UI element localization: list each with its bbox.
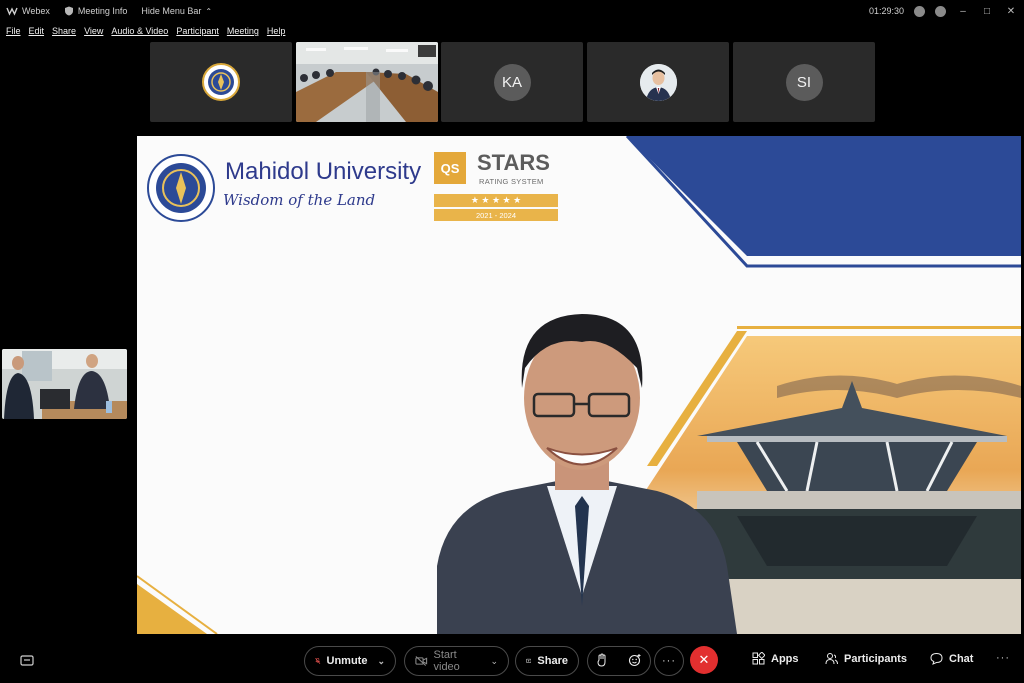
chevron-down-icon[interactable]: ⌄ — [490, 656, 498, 667]
self-view-feed — [2, 349, 127, 419]
start-video-button[interactable]: Start video ⌄ — [404, 646, 509, 676]
menu-file[interactable]: File — [6, 26, 21, 36]
rating-years: 2021 - 2024 — [434, 209, 558, 221]
start-video-label: Start video — [433, 649, 460, 673]
menu-help[interactable]: Help — [267, 26, 286, 36]
reactions-icon[interactable] — [628, 653, 642, 670]
share-button[interactable]: Share — [515, 646, 579, 676]
stars-title: STARS — [477, 150, 550, 175]
self-view-video[interactable] — [2, 349, 127, 419]
hide-menu-bar-button[interactable]: Hide Menu Bar ⌃ — [141, 6, 212, 16]
menu-meeting[interactable]: Meeting — [227, 26, 259, 36]
more-icon: ··· — [662, 655, 676, 667]
menu-participant[interactable]: Participant — [176, 26, 219, 36]
hide-menu-bar-label: Hide Menu Bar — [141, 6, 202, 16]
chevron-up-icon: ⌃ — [205, 6, 213, 16]
gesture-reaction-group — [587, 646, 651, 676]
participant-tile-ka[interactable]: KA — [441, 42, 583, 122]
participants-button[interactable]: Participants — [825, 652, 907, 665]
rating-system-label: RATING SYSTEM — [479, 177, 544, 186]
mic-muted-icon — [315, 657, 321, 664]
participant-initials: SI — [785, 63, 823, 101]
participant-tile-room-video[interactable] — [296, 42, 438, 122]
chat-icon — [930, 652, 943, 665]
share-label: Share — [537, 655, 568, 667]
participants-label: Participants — [844, 652, 907, 665]
qs-badge: QS — [434, 152, 466, 184]
menu-view[interactable]: View — [84, 26, 103, 36]
raise-hand-icon[interactable] — [596, 652, 608, 670]
captions-icon[interactable] — [20, 654, 34, 672]
meeting-timer: 01:29:30 — [868, 6, 904, 16]
meeting-control-bar: Unmute ⌄ Start video ⌄ Share ··· ✕ Apps … — [0, 640, 1024, 683]
network-icon[interactable] — [935, 5, 946, 17]
participants-icon — [825, 653, 838, 665]
university-name: Mahidol University — [225, 158, 422, 185]
shared-video-stage: Mahidol University Wisdom of the Land QS… — [137, 136, 1021, 634]
minimize-icon[interactable]: – — [956, 4, 970, 18]
menu-bar: File Edit Share View Audio & Video Parti… — [0, 23, 287, 39]
webex-logo-icon — [6, 7, 18, 16]
participant-initials: KA — [493, 63, 531, 101]
unmute-label: Unmute — [326, 655, 368, 667]
chevron-down-icon[interactable]: ⌄ — [377, 656, 385, 667]
university-seal-icon — [202, 63, 240, 101]
avatar — [639, 63, 677, 101]
leave-meeting-button[interactable]: ✕ — [690, 646, 718, 674]
menu-edit[interactable]: Edit — [29, 26, 45, 36]
more-panels-icon[interactable]: ··· — [996, 652, 1010, 664]
app-title: Webex — [6, 6, 50, 16]
apps-button[interactable]: Apps — [752, 652, 799, 665]
menu-audio-video[interactable]: Audio & Video — [111, 26, 168, 36]
video-off-icon — [415, 656, 428, 666]
chat-button[interactable]: Chat — [930, 652, 973, 665]
room-video-feed — [296, 42, 438, 122]
shield-icon — [64, 6, 73, 16]
participant-tile-photo[interactable] — [587, 42, 729, 122]
unmute-button[interactable]: Unmute ⌄ — [304, 646, 396, 676]
title-bar: Webex Meeting Info Hide Menu Bar ⌃ 01:29… — [0, 0, 1024, 22]
slide-background — [137, 136, 1021, 634]
rating-stars: ★ ★ ★ ★ ★ — [434, 194, 558, 207]
more-options-button[interactable]: ··· — [654, 646, 684, 676]
meeting-info-button[interactable]: Meeting Info — [64, 6, 128, 16]
apps-icon — [752, 652, 765, 665]
participant-tile-si[interactable]: SI — [733, 42, 875, 122]
share-screen-icon — [526, 658, 532, 663]
close-icon: ✕ — [698, 652, 710, 667]
app-name: Webex — [22, 6, 50, 16]
university-tagline: Wisdom of the Land — [223, 191, 376, 209]
settings-icon[interactable] — [914, 5, 925, 17]
close-icon[interactable]: ✕ — [1004, 4, 1018, 18]
chat-label: Chat — [949, 652, 974, 665]
meeting-info-label: Meeting Info — [77, 6, 128, 16]
menu-share[interactable]: Share — [52, 26, 76, 36]
participant-tile-logo[interactable] — [150, 42, 292, 122]
maximize-icon[interactable]: □ — [980, 4, 994, 18]
apps-label: Apps — [771, 652, 799, 665]
